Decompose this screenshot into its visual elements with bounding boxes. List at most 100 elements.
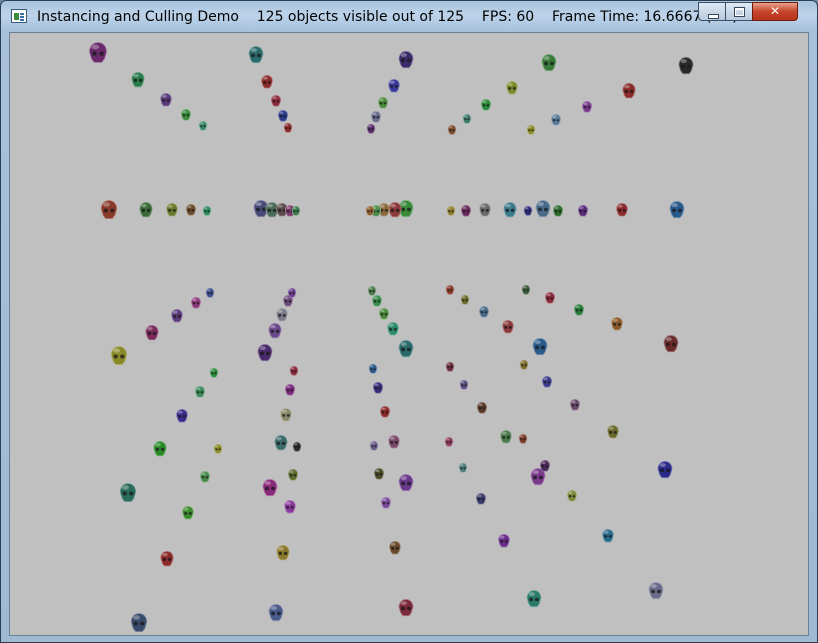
maximize-button[interactable] — [725, 2, 753, 21]
minimize-button[interactable] — [698, 2, 726, 21]
skull-instance — [445, 361, 455, 372]
skull-instance — [367, 285, 377, 296]
skull-instance — [261, 74, 273, 89]
render-viewport[interactable] — [9, 32, 809, 636]
skull-instance — [205, 287, 215, 298]
skull-instance — [369, 440, 379, 451]
app-window-icon[interactable] — [11, 9, 27, 23]
skull-instance — [370, 110, 382, 123]
skull-instance — [648, 582, 664, 600]
skull-instance — [523, 205, 533, 216]
skull-instance — [277, 109, 289, 122]
skull-instance — [268, 323, 282, 339]
skull-instance — [398, 51, 414, 69]
skull-instance — [366, 123, 376, 134]
close-button[interactable]: ✕ — [752, 2, 798, 21]
title-bar[interactable]: Instancing and Culling Demo 125 objects … — [1, 1, 817, 33]
skull-instance — [622, 83, 636, 99]
skull-instance — [616, 202, 628, 217]
skull-instance — [289, 365, 299, 376]
skull-instance — [373, 467, 385, 480]
skull-instance — [270, 94, 282, 107]
skull-instance — [460, 294, 470, 305]
skull-instance — [377, 96, 389, 109]
skull-instance — [176, 408, 188, 423]
skull-instance — [678, 57, 694, 75]
skull-instance — [190, 296, 202, 309]
skull-instance — [532, 338, 548, 356]
skull-instance — [139, 202, 153, 218]
skull-instance — [535, 200, 551, 218]
skull-instance — [198, 120, 208, 131]
skull-instance — [368, 363, 378, 374]
skull-instance — [287, 287, 297, 298]
window-title: Instancing and Culling Demo 125 objects … — [37, 9, 738, 25]
skull-instance — [398, 474, 414, 492]
skull-instance — [577, 204, 589, 217]
skull-instance — [202, 205, 212, 216]
skull-instance — [284, 499, 296, 514]
skull-instance — [398, 599, 414, 617]
skull-instance — [248, 46, 264, 64]
skull-instance — [100, 200, 118, 219]
skull-instance — [521, 284, 531, 295]
skull-instance — [526, 590, 542, 608]
maximize-icon — [734, 7, 745, 17]
skull-instance — [446, 205, 456, 216]
skull-instance — [213, 443, 223, 454]
skull-instance — [194, 385, 206, 398]
skull-instance — [663, 335, 679, 353]
skull-instance — [498, 533, 510, 548]
skull-instance — [131, 72, 145, 88]
app-window: Instancing and Culling Demo 125 objects … — [0, 0, 818, 643]
skull-instance — [274, 435, 288, 451]
skull-instance — [476, 401, 488, 414]
skull-instance — [459, 379, 469, 390]
skull-instance — [566, 489, 578, 502]
skull-instance — [502, 319, 514, 334]
skull-instance — [110, 346, 128, 365]
skull-instance — [276, 545, 290, 561]
skull-instance — [552, 204, 564, 217]
skull-instance — [387, 321, 399, 336]
skull-instance — [209, 367, 219, 378]
skull-instance — [458, 462, 468, 473]
skull-instance — [372, 381, 384, 394]
skull-instance — [379, 405, 391, 418]
skull-instance — [283, 122, 293, 133]
skull-instance — [573, 303, 585, 316]
skull-instance — [153, 441, 167, 457]
skull-instance — [462, 113, 472, 124]
skull-instance — [292, 441, 302, 452]
skull-instance — [544, 291, 556, 304]
skull-instance — [388, 202, 402, 218]
skull-instance — [611, 316, 623, 331]
skull-instance — [480, 98, 492, 111]
skull-instance — [180, 108, 192, 121]
skull-instance — [388, 78, 400, 93]
skull-instance — [569, 398, 581, 411]
skull-instance — [389, 540, 401, 555]
skull-instance — [669, 201, 685, 219]
skull-instance — [550, 113, 562, 126]
skull-instance — [378, 307, 390, 320]
skull-instance — [518, 433, 528, 444]
skull-instance — [276, 307, 288, 322]
skull-instance — [166, 202, 178, 217]
skull-instance — [371, 294, 383, 307]
skull-instance — [145, 325, 159, 341]
skull-instance — [284, 383, 296, 396]
skull-instance — [291, 205, 301, 216]
skull-instance — [268, 604, 284, 622]
skull-instance — [444, 436, 454, 447]
skull-instance — [199, 470, 211, 483]
skull-instance — [541, 375, 553, 388]
skull-instance — [89, 42, 107, 63]
skull-instance — [526, 124, 536, 135]
skull-instance — [503, 202, 517, 218]
skull-instance — [380, 496, 392, 509]
skull-instance — [607, 424, 619, 439]
skull-instance — [365, 205, 375, 216]
skull-instance — [171, 308, 183, 323]
skull-instance — [130, 613, 148, 632]
